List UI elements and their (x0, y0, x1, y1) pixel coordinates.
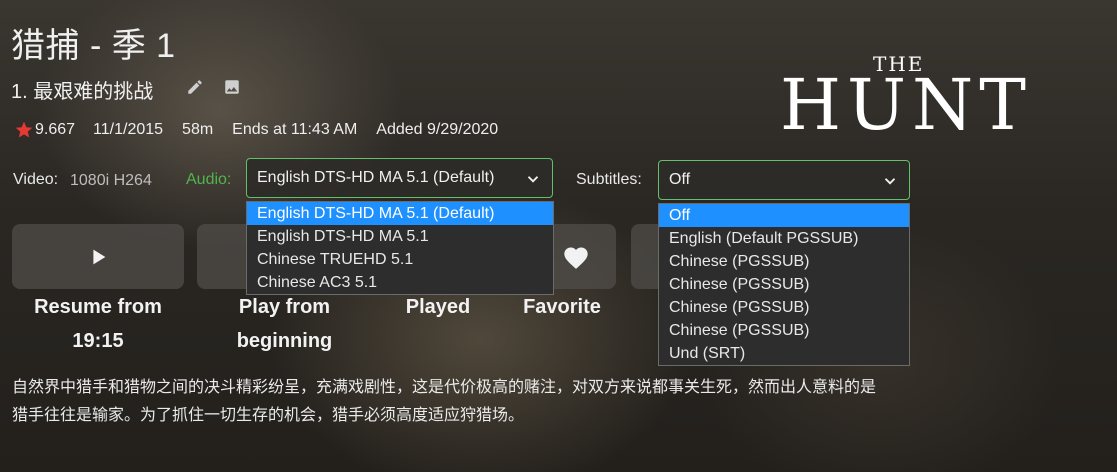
audio-selected-value: English DTS-HD MA 5.1 (Default) (257, 169, 495, 186)
overview-text: 自然界中猎手和猎物之间的决斗精彩纷呈，充满戏剧性，这是代价极高的赌注，对双方来说… (12, 374, 1012, 430)
subtitles-select[interactable]: Off (658, 160, 910, 200)
play-from-beginning-label: Play from beginning (236, 296, 333, 352)
show-logo-hunt: HUNT (780, 64, 1032, 146)
heart-icon (564, 247, 588, 269)
audio-dropdown[interactable]: English DTS-HD MA 5.1 (Default) English … (246, 201, 554, 295)
subtitle-option[interactable]: Und (SRT) (659, 342, 909, 365)
subtitle-option[interactable]: Chinese (PGSSUB) (659, 273, 909, 296)
community-rating: 9.667 (13, 120, 75, 140)
video-value: 1080i H264 (70, 172, 152, 189)
overview-line: 猎手往往是输家。为了抓住一切生存的机会，猎手必须高度适应狩猎场。 (12, 407, 525, 424)
resume-label: Resume from 19:15 (34, 296, 162, 352)
played-label: Played (405, 296, 471, 318)
rating-value: 9.667 (35, 121, 76, 138)
subtitle-option[interactable]: Chinese (PGSSUB) (659, 250, 909, 273)
chevron-down-icon (884, 178, 896, 185)
date-added: Added 9/29/2020 (376, 121, 499, 138)
subtitles-label: Subtitles: (576, 171, 642, 188)
star-icon (15, 121, 33, 138)
video-label: Video: (13, 171, 59, 188)
ends-at: Ends at 11:43 AM (232, 121, 358, 138)
chevron-down-icon (527, 176, 539, 183)
subtitle-option[interactable]: Chinese (PGSSUB) (659, 319, 909, 342)
subtitle-option[interactable]: Chinese (PGSSUB) (659, 296, 909, 319)
favorite-label: Favorite (523, 296, 601, 318)
subtitles-dropdown[interactable]: Off English (Default PGSSUB) Chinese (PG… (658, 203, 910, 366)
audio-select[interactable]: English DTS-HD MA 5.1 (Default) (246, 158, 553, 198)
premiere-date: 11/1/2015 (93, 121, 164, 138)
runtime: 58m (182, 121, 214, 138)
resume-button[interactable] (12, 224, 184, 289)
play-icon (93, 249, 106, 264)
more-button[interactable] (631, 224, 661, 289)
image-icon[interactable] (222, 77, 242, 97)
audio-option[interactable]: English DTS-HD MA 5.1 (247, 225, 553, 248)
audio-option[interactable]: English DTS-HD MA 5.1 (Default) (247, 202, 553, 225)
audio-option[interactable]: Chinese TRUEHD 5.1 (247, 248, 553, 271)
audio-option[interactable]: Chinese AC3 5.1 (247, 271, 553, 294)
overview-line: 自然界中猎手和猎物之间的决斗精彩纷呈，充满戏剧性，这是代价极高的赌注，对双方来说… (12, 379, 877, 396)
subtitle-option[interactable]: Off (659, 204, 909, 227)
subtitle-option[interactable]: English (Default PGSSUB) (659, 227, 909, 250)
pencil-icon[interactable] (185, 77, 205, 97)
page-title: 猎捕 - 季 1 (11, 27, 176, 65)
audio-label: Audio: (186, 171, 232, 188)
episode-title: 1. 最艰难的挑战 (11, 81, 154, 103)
subtitles-selected-value: Off (669, 171, 691, 188)
media-info-row: 9.667 11/1/2015 58m Ends at 11:43 AM Add… (13, 120, 517, 140)
